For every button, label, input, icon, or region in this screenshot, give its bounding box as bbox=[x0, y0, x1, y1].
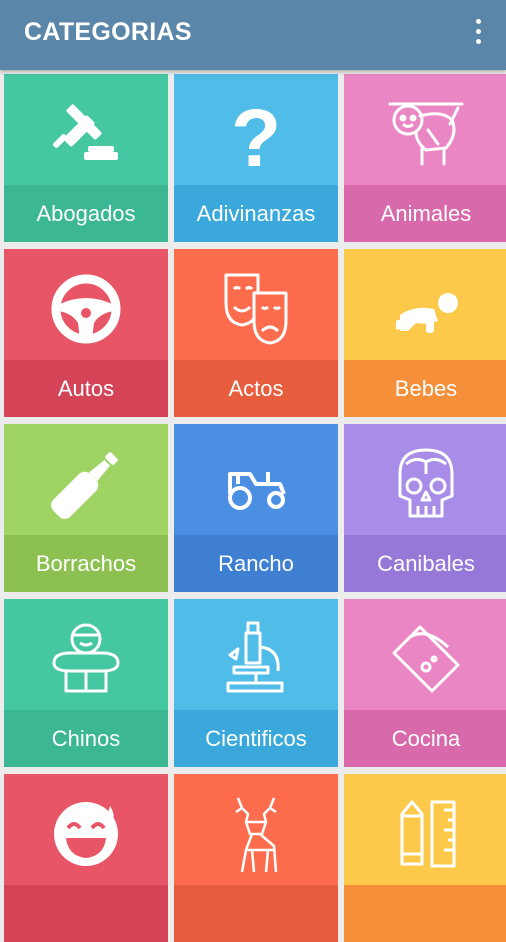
cutting-board-icon bbox=[386, 619, 466, 699]
category-label: Chinos bbox=[51, 726, 121, 751]
category-tile-chinos[interactable]: Chinos bbox=[4, 599, 168, 767]
category-label: Abogados bbox=[36, 201, 136, 226]
category-label bbox=[4, 885, 168, 942]
laughing-face-icon bbox=[46, 794, 126, 874]
steering-wheel-icon bbox=[46, 269, 126, 349]
category-tile[interactable] bbox=[174, 774, 338, 942]
gavel-icon bbox=[46, 94, 126, 174]
category-label: Autos bbox=[57, 376, 115, 401]
category-label: Cocina bbox=[391, 726, 461, 751]
category-tile-bebes[interactable]: Bebes bbox=[344, 249, 506, 417]
category-tile-borrachos[interactable]: Borrachos bbox=[4, 424, 168, 592]
microscope-icon bbox=[216, 619, 296, 699]
sloth-icon bbox=[386, 94, 466, 174]
category-label: Borrachos bbox=[35, 551, 137, 576]
deer-icon bbox=[216, 794, 296, 874]
category-tile[interactable] bbox=[4, 774, 168, 942]
category-tile-canibales[interactable]: Canibales bbox=[344, 424, 506, 592]
category-label: Bebes bbox=[394, 376, 458, 401]
category-tile-cientificos[interactable]: Cientificos bbox=[174, 599, 338, 767]
app-bar: CATEGORIAS bbox=[0, 0, 506, 70]
page-title: CATEGORIAS bbox=[24, 18, 192, 46]
overflow-menu-icon[interactable] bbox=[468, 18, 488, 50]
category-label: Adivinanzas bbox=[196, 201, 316, 226]
category-tile[interactable] bbox=[344, 774, 506, 942]
tractor-icon bbox=[216, 444, 296, 524]
svg-text:?: ? bbox=[231, 94, 281, 174]
category-tile-rancho[interactable]: Rancho bbox=[174, 424, 338, 592]
category-tile-actos[interactable]: Actos bbox=[174, 249, 338, 417]
category-tile-adivinanzas[interactable]: ? Adivinanzas bbox=[174, 74, 338, 242]
category-label: Rancho bbox=[218, 551, 294, 576]
pencil-ruler-icon bbox=[386, 794, 466, 874]
category-tile-abogados[interactable]: Abogados bbox=[4, 74, 168, 242]
category-label bbox=[174, 885, 338, 942]
category-label bbox=[344, 885, 506, 942]
question-mark-icon: ? bbox=[216, 93, 296, 184]
category-tile-autos[interactable]: Autos bbox=[4, 249, 168, 417]
crawling-baby-icon bbox=[386, 269, 466, 349]
category-label: Animales bbox=[380, 201, 472, 226]
theater-masks-icon bbox=[216, 269, 296, 349]
skull-brain-icon bbox=[386, 444, 466, 524]
category-label: Actos bbox=[228, 376, 284, 401]
category-label: Canibales bbox=[377, 551, 475, 576]
category-tile-cocina[interactable]: Cocina bbox=[344, 599, 506, 767]
category-label: Cientificos bbox=[205, 726, 307, 751]
bottle-icon bbox=[46, 444, 126, 524]
chinese-man-icon bbox=[46, 619, 126, 699]
category-tile-animales[interactable]: Animales bbox=[344, 74, 506, 242]
